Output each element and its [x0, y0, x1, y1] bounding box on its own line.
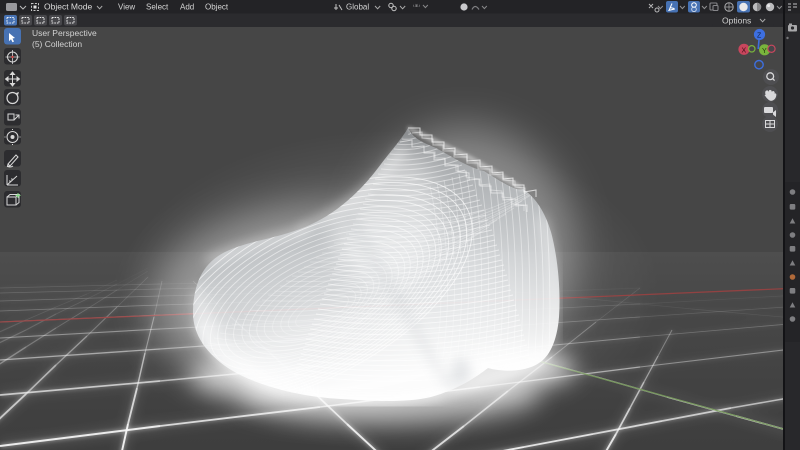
svg-text:User Perspective: User Perspective	[32, 28, 97, 38]
svg-text:Z: Z	[757, 33, 762, 40]
svg-text:X: X	[742, 47, 747, 54]
svg-text:Add: Add	[180, 3, 194, 12]
svg-text:Options: Options	[722, 16, 751, 26]
svg-text:View: View	[118, 3, 135, 12]
svg-text:Y: Y	[762, 48, 767, 55]
svg-text:Select: Select	[146, 3, 169, 12]
svg-text:(5) Collection: (5) Collection	[32, 39, 82, 49]
svg-text:Object Mode: Object Mode	[44, 2, 92, 12]
svg-text:Object: Object	[205, 3, 229, 12]
svg-text:Global: Global	[346, 3, 369, 12]
